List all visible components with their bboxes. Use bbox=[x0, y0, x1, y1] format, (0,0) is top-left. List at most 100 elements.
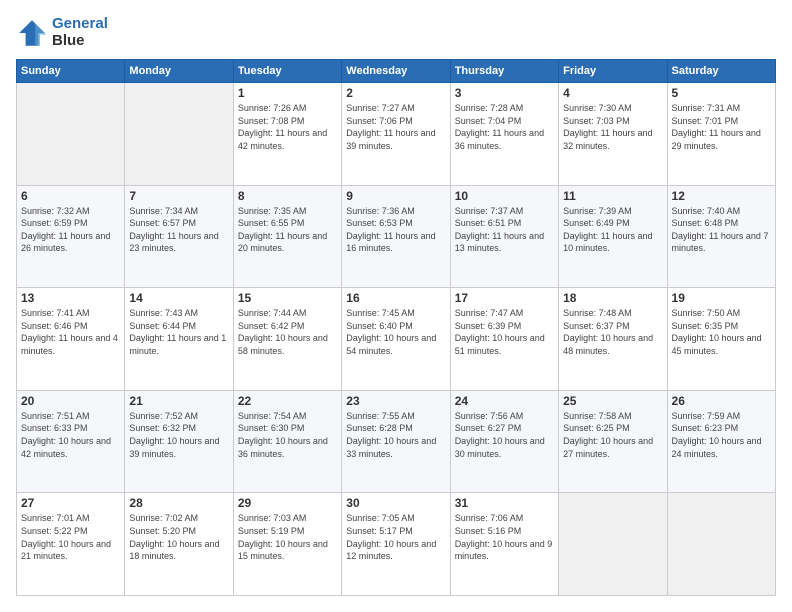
day-info: Sunrise: 7:56 AM Sunset: 6:27 PM Dayligh… bbox=[455, 410, 554, 460]
weekday-header-friday: Friday bbox=[559, 60, 667, 83]
calendar-cell: 9 Sunrise: 7:36 AM Sunset: 6:53 PM Daylig… bbox=[342, 185, 450, 288]
day-number: 20 bbox=[21, 394, 120, 408]
day-info: Sunrise: 7:34 AM Sunset: 6:57 PM Dayligh… bbox=[129, 205, 228, 255]
day-info: Sunrise: 7:02 AM Sunset: 5:20 PM Dayligh… bbox=[129, 512, 228, 562]
day-number: 2 bbox=[346, 86, 445, 100]
day-number: 23 bbox=[346, 394, 445, 408]
calendar-cell: 26 Sunrise: 7:59 AM Sunset: 6:23 PM Dayli… bbox=[667, 390, 775, 493]
calendar-cell: 12 Sunrise: 7:40 AM Sunset: 6:48 PM Dayli… bbox=[667, 185, 775, 288]
calendar-cell bbox=[667, 493, 775, 596]
day-number: 30 bbox=[346, 496, 445, 510]
day-number: 3 bbox=[455, 86, 554, 100]
day-number: 26 bbox=[672, 394, 771, 408]
day-info: Sunrise: 7:45 AM Sunset: 6:40 PM Dayligh… bbox=[346, 307, 445, 357]
calendar-cell: 25 Sunrise: 7:58 AM Sunset: 6:25 PM Dayli… bbox=[559, 390, 667, 493]
day-info: Sunrise: 7:52 AM Sunset: 6:32 PM Dayligh… bbox=[129, 410, 228, 460]
day-info: Sunrise: 7:48 AM Sunset: 6:37 PM Dayligh… bbox=[563, 307, 662, 357]
day-number: 14 bbox=[129, 291, 228, 305]
day-info: Sunrise: 7:31 AM Sunset: 7:01 PM Dayligh… bbox=[672, 102, 771, 152]
day-number: 4 bbox=[563, 86, 662, 100]
day-info: Sunrise: 7:28 AM Sunset: 7:04 PM Dayligh… bbox=[455, 102, 554, 152]
calendar-cell: 11 Sunrise: 7:39 AM Sunset: 6:49 PM Dayli… bbox=[559, 185, 667, 288]
calendar-cell: 30 Sunrise: 7:05 AM Sunset: 5:17 PM Dayli… bbox=[342, 493, 450, 596]
calendar-cell: 28 Sunrise: 7:02 AM Sunset: 5:20 PM Dayli… bbox=[125, 493, 233, 596]
calendar-cell: 13Sunrise: 7:41 AM Sunset: 6:46 PM Dayli… bbox=[17, 288, 125, 391]
calendar-week-4: 20Sunrise: 7:51 AM Sunset: 6:33 PM Dayli… bbox=[17, 390, 776, 493]
day-info: Sunrise: 7:44 AM Sunset: 6:42 PM Dayligh… bbox=[238, 307, 337, 357]
day-number: 6 bbox=[21, 189, 120, 203]
calendar-cell: 17Sunrise: 7:47 AM Sunset: 6:39 PM Dayli… bbox=[450, 288, 558, 391]
calendar-cell: 21 Sunrise: 7:52 AM Sunset: 6:32 PM Dayli… bbox=[125, 390, 233, 493]
weekday-header-sunday: Sunday bbox=[17, 60, 125, 83]
weekday-header-wednesday: Wednesday bbox=[342, 60, 450, 83]
day-number: 27 bbox=[21, 496, 120, 510]
calendar-cell: 29 Sunrise: 7:03 AM Sunset: 5:19 PM Dayli… bbox=[233, 493, 341, 596]
day-info: Sunrise: 7:26 AM Sunset: 7:08 PM Dayligh… bbox=[238, 102, 337, 152]
calendar-cell: 24 Sunrise: 7:56 AM Sunset: 6:27 PM Dayli… bbox=[450, 390, 558, 493]
calendar-cell bbox=[17, 83, 125, 186]
calendar-cell: 10Sunrise: 7:37 AM Sunset: 6:51 PM Dayli… bbox=[450, 185, 558, 288]
day-info: Sunrise: 7:06 AM Sunset: 5:16 PM Dayligh… bbox=[455, 512, 554, 562]
day-number: 5 bbox=[672, 86, 771, 100]
day-info: Sunrise: 7:58 AM Sunset: 6:25 PM Dayligh… bbox=[563, 410, 662, 460]
calendar-cell: 6Sunrise: 7:32 AM Sunset: 6:59 PM Daylig… bbox=[17, 185, 125, 288]
day-number: 12 bbox=[672, 189, 771, 203]
calendar-cell: 27 Sunrise: 7:01 AM Sunset: 5:22 PM Dayli… bbox=[17, 493, 125, 596]
day-info: Sunrise: 7:27 AM Sunset: 7:06 PM Dayligh… bbox=[346, 102, 445, 152]
day-info: Sunrise: 7:40 AM Sunset: 6:48 PM Dayligh… bbox=[672, 205, 771, 255]
day-number: 29 bbox=[238, 496, 337, 510]
day-info: Sunrise: 7:54 AM Sunset: 6:30 PM Dayligh… bbox=[238, 410, 337, 460]
calendar-cell: 7 Sunrise: 7:34 AM Sunset: 6:57 PM Daylig… bbox=[125, 185, 233, 288]
calendar-week-2: 6Sunrise: 7:32 AM Sunset: 6:59 PM Daylig… bbox=[17, 185, 776, 288]
calendar-cell: 20Sunrise: 7:51 AM Sunset: 6:33 PM Dayli… bbox=[17, 390, 125, 493]
day-number: 15 bbox=[238, 291, 337, 305]
day-info: Sunrise: 7:05 AM Sunset: 5:17 PM Dayligh… bbox=[346, 512, 445, 562]
day-number: 25 bbox=[563, 394, 662, 408]
logo: General Blue bbox=[16, 16, 108, 49]
calendar-cell: 4Sunrise: 7:30 AM Sunset: 7:03 PM Daylig… bbox=[559, 83, 667, 186]
logo-text: General Blue bbox=[52, 16, 108, 49]
weekday-header-tuesday: Tuesday bbox=[233, 60, 341, 83]
day-number: 16 bbox=[346, 291, 445, 305]
day-info: Sunrise: 7:41 AM Sunset: 6:46 PM Dayligh… bbox=[21, 307, 120, 357]
calendar-cell bbox=[125, 83, 233, 186]
day-info: Sunrise: 7:03 AM Sunset: 5:19 PM Dayligh… bbox=[238, 512, 337, 562]
calendar-cell: 19Sunrise: 7:50 AM Sunset: 6:35 PM Dayli… bbox=[667, 288, 775, 391]
day-number: 28 bbox=[129, 496, 228, 510]
day-info: Sunrise: 7:59 AM Sunset: 6:23 PM Dayligh… bbox=[672, 410, 771, 460]
day-info: Sunrise: 7:36 AM Sunset: 6:53 PM Dayligh… bbox=[346, 205, 445, 255]
calendar-cell: 2 Sunrise: 7:27 AM Sunset: 7:06 PM Daylig… bbox=[342, 83, 450, 186]
calendar-cell: 16 Sunrise: 7:45 AM Sunset: 6:40 PM Dayli… bbox=[342, 288, 450, 391]
calendar-cell: 1 Sunrise: 7:26 AM Sunset: 7:08 PM Daylig… bbox=[233, 83, 341, 186]
day-info: Sunrise: 7:50 AM Sunset: 6:35 PM Dayligh… bbox=[672, 307, 771, 357]
day-number: 7 bbox=[129, 189, 228, 203]
day-number: 1 bbox=[238, 86, 337, 100]
day-number: 21 bbox=[129, 394, 228, 408]
day-number: 11 bbox=[563, 189, 662, 203]
page: General Blue SundayMondayTuesdayWednesda… bbox=[0, 0, 792, 612]
calendar-cell: 8Sunrise: 7:35 AM Sunset: 6:55 PM Daylig… bbox=[233, 185, 341, 288]
calendar-cell: 31Sunrise: 7:06 AM Sunset: 5:16 PM Dayli… bbox=[450, 493, 558, 596]
day-info: Sunrise: 7:39 AM Sunset: 6:49 PM Dayligh… bbox=[563, 205, 662, 255]
calendar-cell bbox=[559, 493, 667, 596]
day-info: Sunrise: 7:55 AM Sunset: 6:28 PM Dayligh… bbox=[346, 410, 445, 460]
day-info: Sunrise: 7:43 AM Sunset: 6:44 PM Dayligh… bbox=[129, 307, 228, 357]
day-number: 18 bbox=[563, 291, 662, 305]
day-number: 10 bbox=[455, 189, 554, 203]
calendar-cell: 18 Sunrise: 7:48 AM Sunset: 6:37 PM Dayli… bbox=[559, 288, 667, 391]
day-number: 22 bbox=[238, 394, 337, 408]
calendar-cell: 3 Sunrise: 7:28 AM Sunset: 7:04 PM Daylig… bbox=[450, 83, 558, 186]
logo-icon bbox=[16, 17, 48, 49]
calendar-week-3: 13Sunrise: 7:41 AM Sunset: 6:46 PM Dayli… bbox=[17, 288, 776, 391]
calendar-week-5: 27 Sunrise: 7:01 AM Sunset: 5:22 PM Dayli… bbox=[17, 493, 776, 596]
day-number: 24 bbox=[455, 394, 554, 408]
day-info: Sunrise: 7:01 AM Sunset: 5:22 PM Dayligh… bbox=[21, 512, 120, 562]
weekday-header-monday: Monday bbox=[125, 60, 233, 83]
calendar-week-1: 1 Sunrise: 7:26 AM Sunset: 7:08 PM Daylig… bbox=[17, 83, 776, 186]
day-info: Sunrise: 7:47 AM Sunset: 6:39 PM Dayligh… bbox=[455, 307, 554, 357]
calendar-cell: 23 Sunrise: 7:55 AM Sunset: 6:28 PM Dayli… bbox=[342, 390, 450, 493]
weekday-header-thursday: Thursday bbox=[450, 60, 558, 83]
day-number: 8 bbox=[238, 189, 337, 203]
day-number: 9 bbox=[346, 189, 445, 203]
calendar-cell: 22 Sunrise: 7:54 AM Sunset: 6:30 PM Dayli… bbox=[233, 390, 341, 493]
